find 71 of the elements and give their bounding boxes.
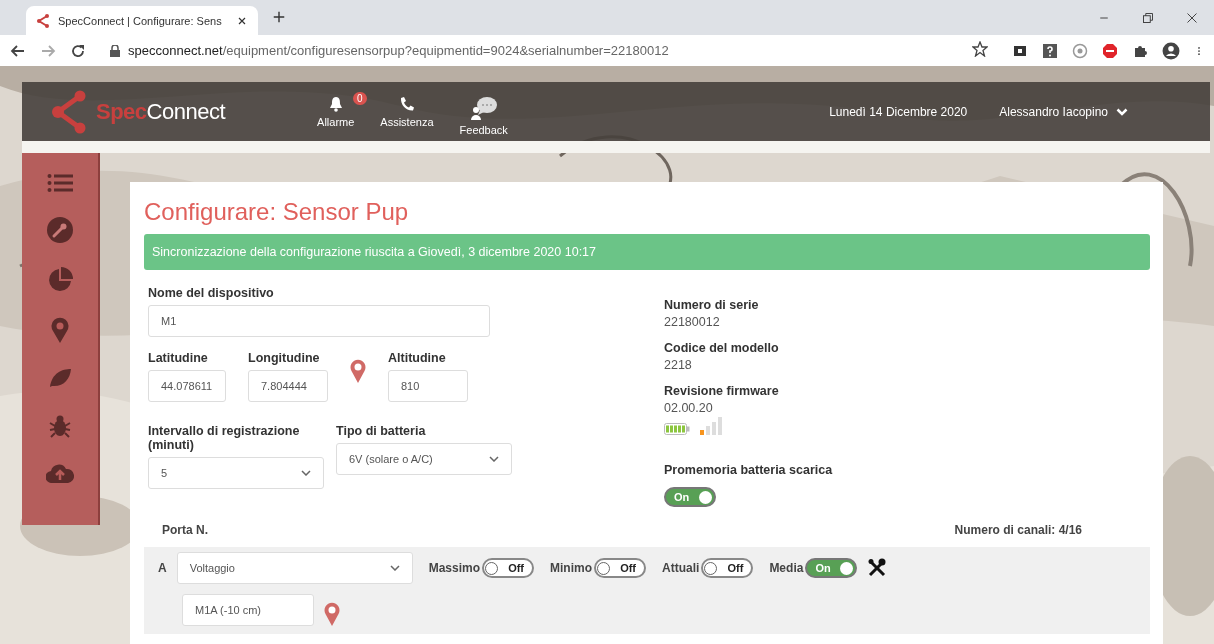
restore-icon[interactable] [1142,12,1154,24]
field-label: Latitudine [148,351,209,365]
info-label: Codice del modello [664,341,780,355]
field-label: Nome del dispositivo [148,286,275,300]
toggle-switch[interactable]: Off [701,558,754,578]
pie-chart-icon[interactable] [47,267,73,293]
toggle-label: Minimo [550,561,593,575]
user-menu[interactable]: Alessandro Iacopino [993,103,1134,120]
logo-text: SpecConnect [96,98,226,125]
dropdown[interactable]: Voltaggio [176,552,413,584]
dropdown[interactable]: 6V (solare o A/C) [336,443,512,475]
info-label: Revisione firmware [664,384,780,398]
adblock-icon[interactable] [1102,42,1118,59]
toggle-label: Attuali [662,561,700,575]
plus-icon[interactable] [272,10,286,24]
chevron-down-icon [1116,107,1128,116]
info-value: 2218 [664,358,693,372]
toggle-switch[interactable]: Off [594,558,647,578]
cloud-upload-icon[interactable] [46,463,74,483]
input-field[interactable]: M1 [148,305,490,337]
help-icon[interactable] [1042,42,1058,59]
bell-icon[interactable] [328,95,343,112]
nav-item[interactable]: Assistenza [380,95,434,136]
map-pin-icon[interactable] [350,359,366,383]
browser-tab[interactable]: SpecConnect | Configurare: Sens [26,6,258,35]
reload-icon[interactable] [70,42,86,59]
info-value: 22180012 [664,315,721,329]
field-label: Intervallo di registrazione (minuti) [148,424,301,452]
signal-icon [700,417,724,435]
back-icon[interactable] [10,42,26,59]
star-icon[interactable] [972,41,988,57]
feedback-icon[interactable] [469,95,498,120]
caret-icon [301,470,311,476]
nav-item[interactable]: Allarme [317,95,355,136]
channel-count: Numero di canali: 4/16 [954,523,1082,537]
info-label: Numero di serie [664,298,760,312]
count-badge: 0 [353,91,367,105]
leaf-icon[interactable] [48,367,72,389]
bug-icon[interactable] [48,413,72,439]
share-icon [36,13,50,28]
tools-icon[interactable] [867,558,888,578]
wrench-icon[interactable] [47,217,73,243]
caret-icon [489,456,499,462]
close-icon[interactable] [1186,12,1198,24]
phone-icon[interactable] [398,95,415,112]
nav-item[interactable]: Feedback [459,95,508,136]
date-text: Lunedì 14 Dicembre 2020 [829,104,968,119]
profile-icon[interactable] [1162,41,1180,60]
dropdown[interactable]: 5 [148,457,324,489]
toggle-label: Media [769,561,804,575]
info-value: 02.00.20 [664,401,714,415]
input-field[interactable]: 7.804444 [248,370,328,402]
input-field[interactable]: M1A (-10 cm) [182,594,314,626]
lock-icon [110,44,120,57]
caret-icon [389,565,400,571]
column-header: Porta N. [162,523,208,537]
toggle-switch[interactable]: Off [482,558,535,578]
success-alert: Sincronizzazione della configurazione riuscita a Giovedì, 3 dicembre 2020 10:17 [144,234,1150,270]
field-label: Altitudine [388,351,447,365]
page-title: Configurare: Sensor Pup [144,198,410,226]
list-icon[interactable] [47,173,73,193]
map-pin-icon[interactable] [324,602,340,626]
setting-label: Promemoria batteria scarica [664,463,833,477]
port-label: A [158,561,167,575]
toggle-label: Massimo [428,561,481,575]
input-field[interactable]: 810 [388,370,468,402]
field-label: Longitudine [248,351,321,365]
field-label: Tipo di batteria [336,424,427,438]
input-field[interactable]: 44.078611 [148,370,226,402]
battery-icon [664,423,690,435]
map-pin-icon[interactable] [51,317,69,343]
